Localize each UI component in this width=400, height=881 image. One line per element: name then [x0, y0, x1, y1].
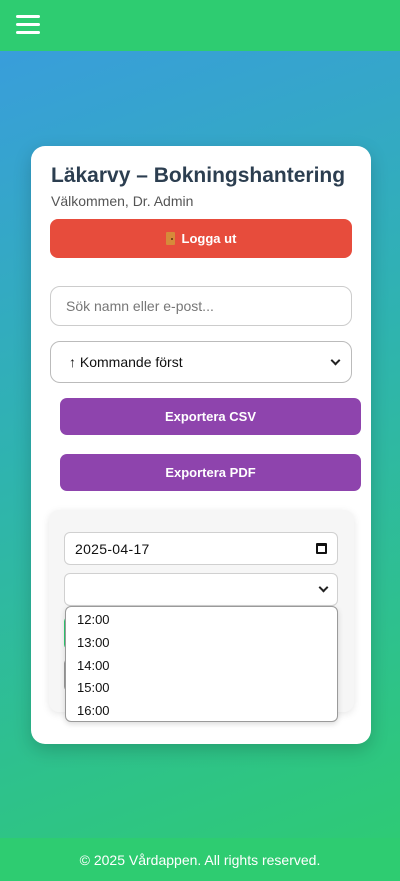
hamburger-menu-icon[interactable]	[16, 14, 40, 36]
logout-label: Logga ut	[181, 231, 237, 246]
search-input[interactable]	[50, 286, 352, 326]
time-option[interactable]: 15:00	[66, 677, 337, 700]
logout-button[interactable]: Logga ut	[50, 219, 352, 258]
footer-text: © 2025 Vårdappen. All rights reserved.	[79, 851, 321, 868]
export-pdf-button[interactable]: Exportera PDF	[60, 454, 361, 491]
date-input[interactable]: 2025-04-17	[64, 532, 338, 565]
time-options-dropdown: 12:00 13:00 14:00 15:00 16:00	[65, 606, 338, 722]
welcome-text: Välkommen, Dr. Admin	[51, 193, 194, 209]
export-csv-button[interactable]: Exportera CSV	[60, 398, 361, 435]
sort-select[interactable]: ↑ Kommande först	[50, 341, 352, 383]
footer: © 2025 Vårdappen. All rights reserved.	[0, 838, 400, 881]
door-icon	[165, 232, 175, 245]
chevron-down-icon	[318, 582, 329, 593]
time-option[interactable]: 12:00	[66, 609, 337, 632]
date-value: 2025-04-17	[75, 540, 150, 557]
export-pdf-label: Exportera PDF	[165, 465, 256, 480]
time-option[interactable]: 13:00	[66, 632, 337, 655]
export-csv-label: Exportera CSV	[164, 409, 257, 424]
chevron-down-icon	[330, 355, 341, 365]
page-title: Läkarvy – Bokningshantering	[51, 164, 346, 187]
time-select[interactable]	[64, 573, 338, 606]
time-option[interactable]: 16:00	[66, 700, 337, 723]
top-navbar	[0, 0, 400, 51]
time-option[interactable]: 14:00	[66, 655, 337, 678]
sort-selected-value: ↑ Kommande först	[69, 354, 183, 370]
calendar-icon[interactable]	[316, 543, 327, 554]
